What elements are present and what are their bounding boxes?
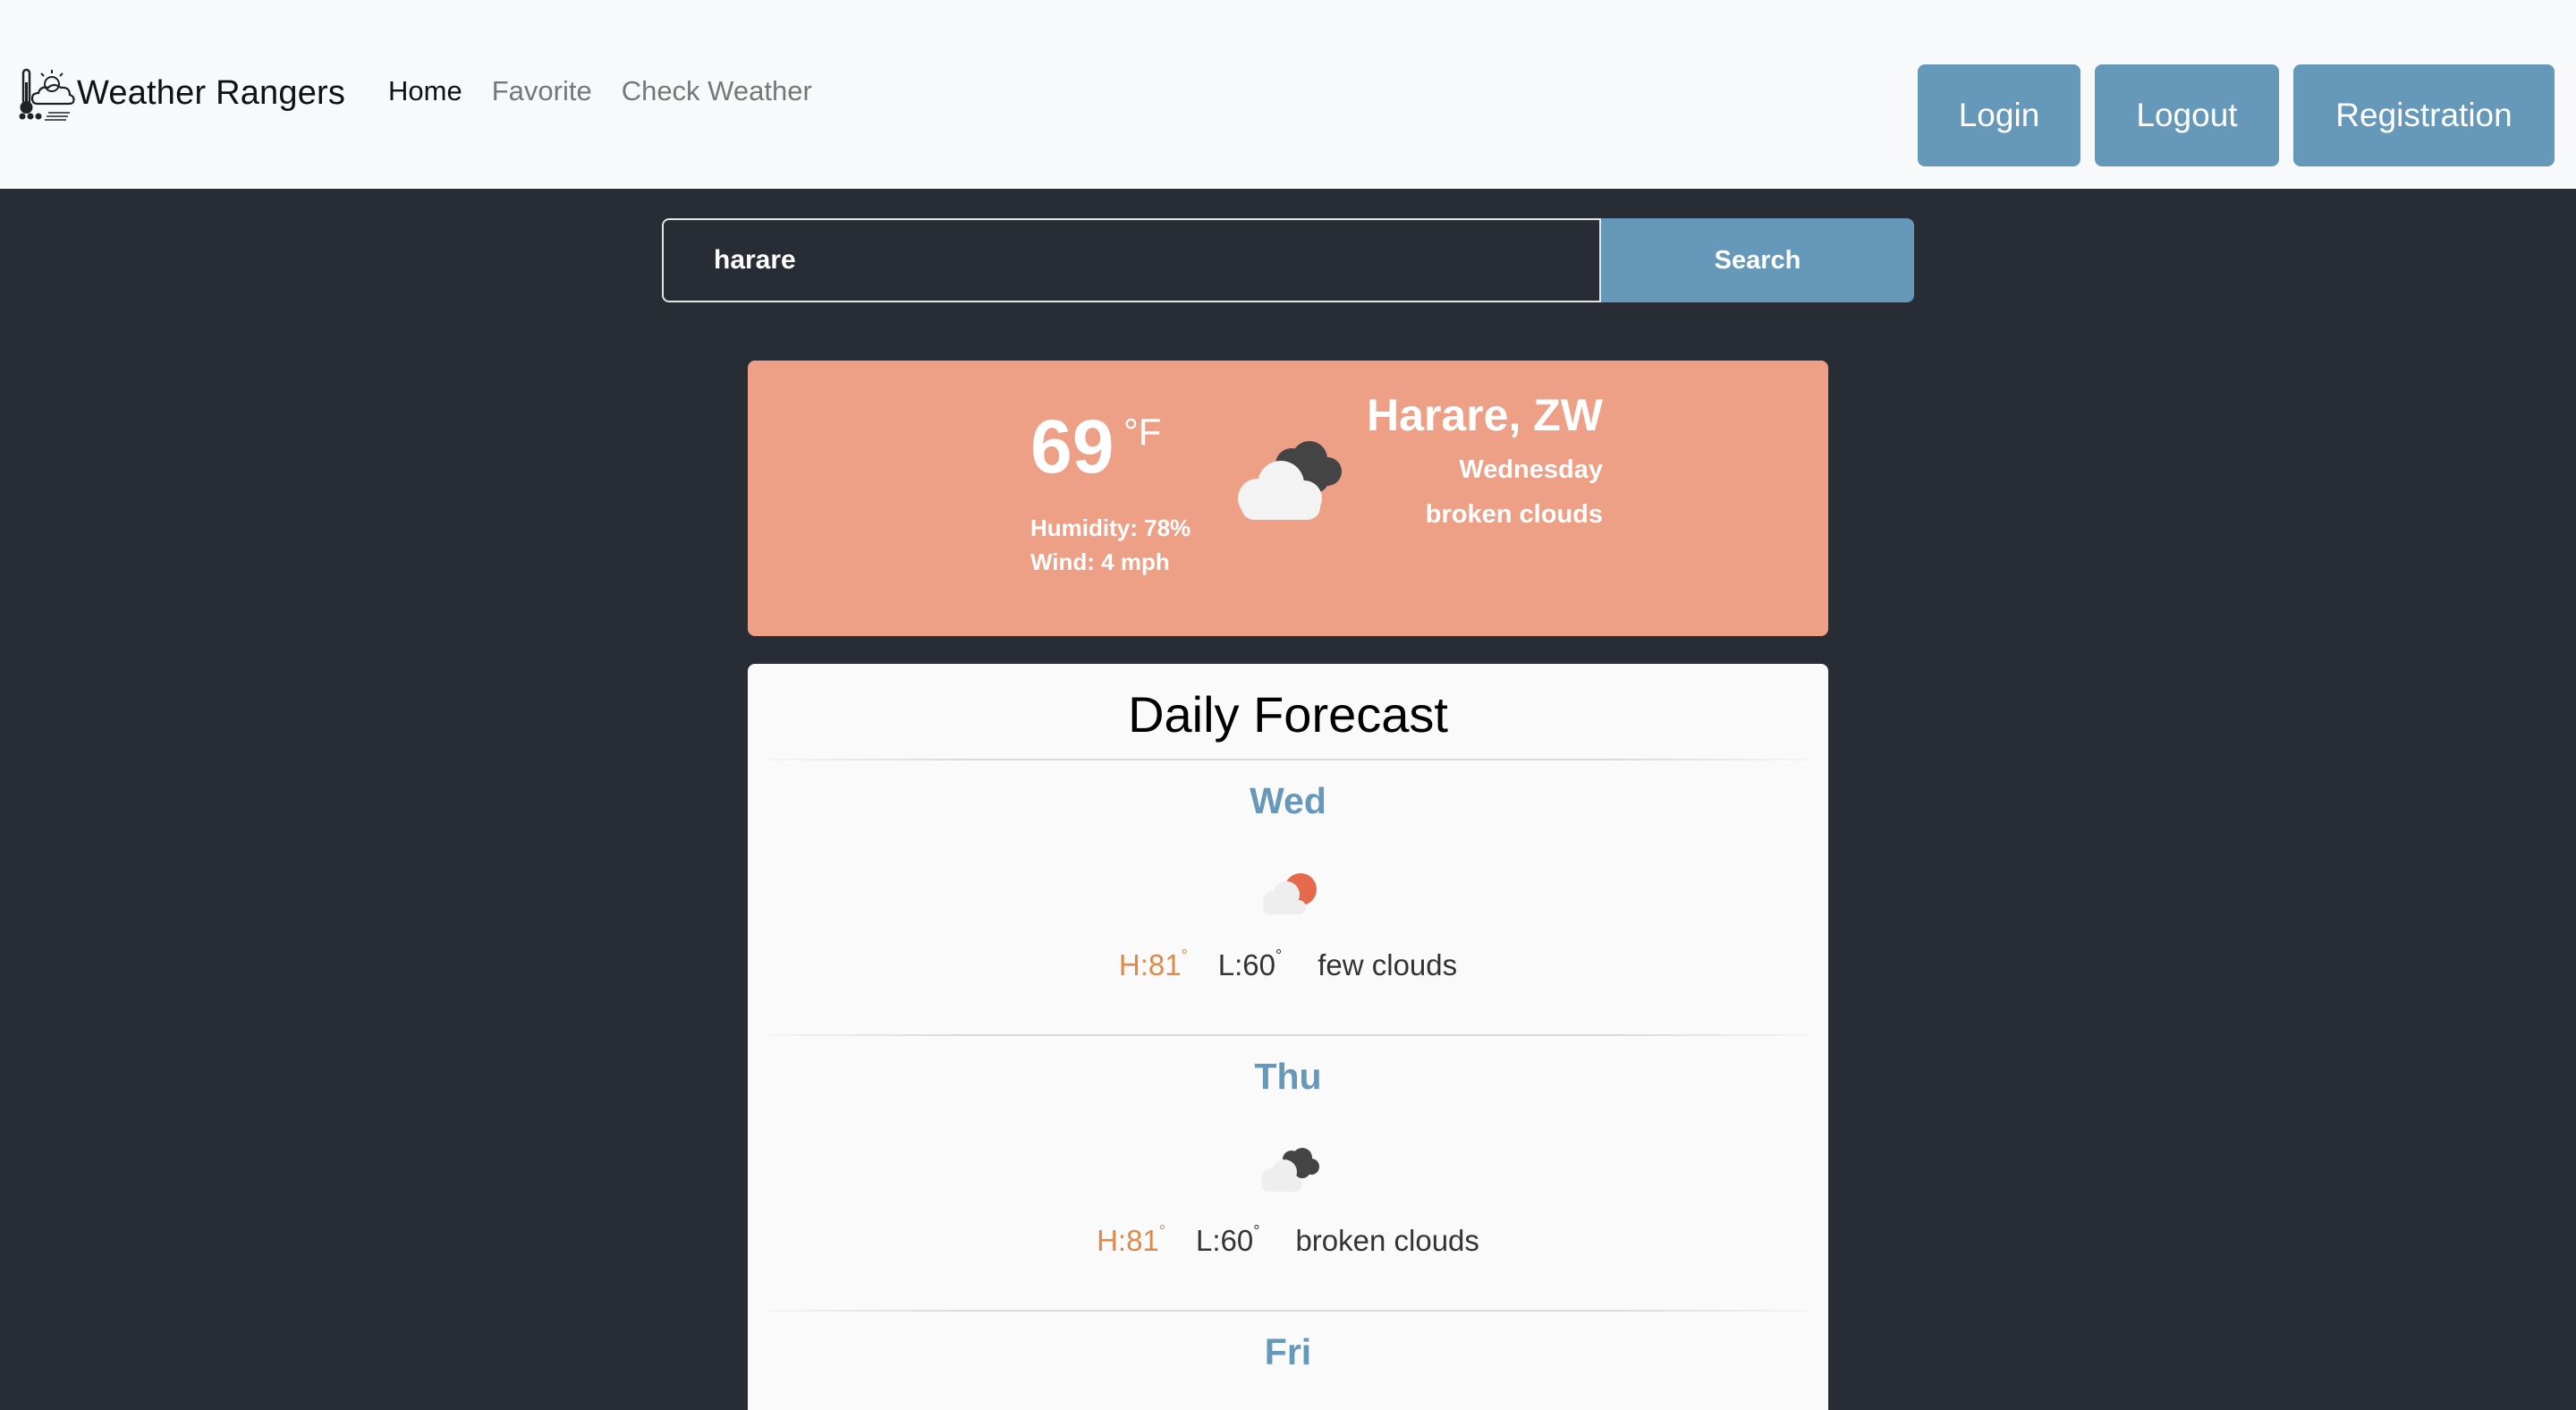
- high-temp: H:81°: [1097, 1222, 1165, 1257]
- registration-button[interactable]: Registration: [2293, 64, 2555, 166]
- current-weather-card: 69 °F Humidity: 78% Wind: 4 mph Harare, …: [748, 361, 1828, 636]
- search-button[interactable]: Search: [1601, 218, 1914, 302]
- low-temp: L:60°: [1217, 947, 1283, 981]
- forecast-day: Wed: [1250, 780, 1326, 821]
- divider: [769, 1034, 1807, 1036]
- current-temperature: 69: [1030, 404, 1114, 488]
- nav-links: Home Favorite Check Weather: [388, 75, 842, 107]
- city-name: Harare, ZW: [1367, 390, 1603, 440]
- nav-favorite-link[interactable]: Favorite: [492, 75, 592, 107]
- broken-clouds-icon: [1261, 1148, 1319, 1192]
- low-temp: L:60°: [1196, 1222, 1260, 1257]
- logout-button[interactable]: Logout: [2095, 64, 2279, 166]
- divider: [769, 759, 1807, 760]
- auth-buttons: Login Logout Registration: [1918, 64, 2555, 166]
- high-temp: H:81°: [1118, 947, 1188, 981]
- login-button[interactable]: Login: [1918, 64, 2080, 166]
- daily-forecast-title: Daily Forecast: [1128, 686, 1448, 743]
- few-clouds-icon: [1263, 873, 1317, 914]
- forecast-day: Thu: [1254, 1056, 1322, 1097]
- search-bar: Search: [662, 218, 1914, 302]
- daily-forecast-panel: Daily Forecast Wed H:81° L:60° few cloud…: [748, 664, 1828, 1410]
- brand-name: Weather Rangers: [77, 73, 346, 112]
- nav-home-link[interactable]: Home: [388, 75, 462, 107]
- broken-clouds-icon: [1238, 441, 1342, 520]
- weather-logo-icon: [19, 68, 75, 121]
- nav-check-weather-link[interactable]: Check Weather: [622, 75, 812, 107]
- forecast-description: few clouds: [1318, 948, 1458, 981]
- brand[interactable]: Weather Rangers: [18, 64, 345, 122]
- temperature-unit: °F: [1123, 411, 1162, 453]
- divider: [769, 1310, 1807, 1312]
- forecast-day: Fri: [1264, 1331, 1312, 1372]
- current-description: broken clouds: [1425, 500, 1603, 529]
- city-search-input[interactable]: [662, 218, 1601, 302]
- forecast-temps: H:81° L:60° few clouds: [748, 947, 1828, 982]
- forecast-description: broken clouds: [1295, 1224, 1479, 1257]
- current-day: Wednesday: [1459, 455, 1603, 484]
- navbar: Weather Rangers Home Favorite Check Weat…: [0, 0, 2576, 189]
- humidity: Humidity: 78%: [1030, 514, 1191, 541]
- forecast-temps: H:81° L:60° broken clouds: [748, 1222, 1828, 1258]
- wind: Wind: 4 mph: [1030, 548, 1170, 575]
